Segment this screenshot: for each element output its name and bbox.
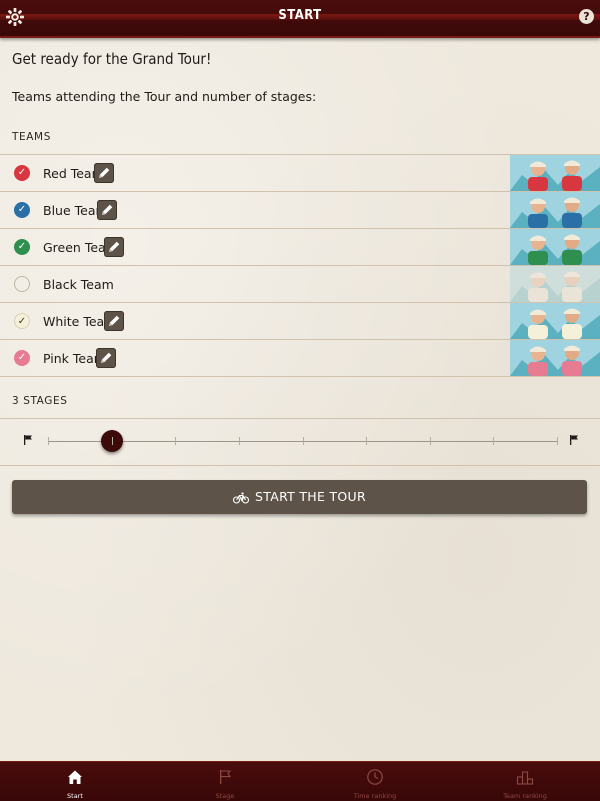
tab-label: Team ranking: [503, 792, 547, 800]
team-list: ✓ Red Team ✓ Blue Team ✓ Green Team Black Team…: [0, 154, 600, 377]
page-title: START: [278, 8, 322, 23]
stages-slider[interactable]: [0, 418, 600, 466]
home-icon: [66, 768, 84, 786]
tab-time-ranking[interactable]: Time ranking: [300, 762, 450, 801]
finish-flag-icon: [570, 435, 578, 445]
slider-tick: [175, 437, 176, 445]
tab-start[interactable]: Start: [0, 762, 150, 801]
team-riders-avatar: [510, 155, 600, 191]
tab-label: Time ranking: [353, 792, 397, 800]
pencil-icon: [101, 352, 112, 363]
team-row[interactable]: ✓ Green Team: [0, 229, 600, 266]
tab-label: Start: [67, 792, 83, 800]
clock-icon: [366, 768, 384, 786]
team-row[interactable]: ✓ Pink Team: [0, 340, 600, 377]
team-row[interactable]: ✓ Blue Team: [0, 192, 600, 229]
team-checkbox[interactable]: ✓: [14, 165, 30, 181]
slider-tick: [493, 437, 494, 445]
start-tour-label: START THE TOUR: [255, 489, 366, 504]
edit-team-button[interactable]: [104, 237, 124, 257]
bottom-tab-bar: Start Stage Time ranking Team ranking: [0, 761, 600, 801]
slider-tick: [303, 437, 304, 445]
slider-tick: [239, 437, 240, 445]
pencil-icon: [109, 315, 120, 326]
podium-icon: [516, 768, 534, 786]
team-row[interactable]: ✓ White Team: [0, 303, 600, 340]
team-checkbox[interactable]: ✓: [14, 350, 30, 366]
team-row[interactable]: Black Team: [0, 266, 600, 303]
edit-team-button[interactable]: [96, 348, 116, 368]
team-riders-avatar: [510, 229, 600, 265]
start-flag-icon: [24, 435, 32, 445]
top-bar: START ?: [0, 0, 600, 38]
pencil-icon: [109, 241, 120, 252]
bicycle-icon: [233, 491, 250, 504]
team-riders-avatar: [510, 340, 600, 376]
teams-section-label: TEAMS: [12, 131, 51, 143]
intro-headline: Get ready for the Grand Tour!: [12, 50, 212, 68]
edit-team-button[interactable]: [94, 163, 114, 183]
team-name: Black Team: [43, 277, 114, 292]
team-row[interactable]: ✓ Red Team: [0, 155, 600, 192]
paper-background: [0, 0, 600, 800]
help-button[interactable]: ?: [579, 9, 594, 24]
team-riders-avatar: [510, 192, 600, 228]
intro-subhead: Teams attending the Tour and number of s…: [12, 89, 317, 104]
stages-label: 3 STAGES: [12, 395, 68, 407]
team-checkbox[interactable]: ✓: [14, 313, 30, 329]
edit-team-button[interactable]: [97, 200, 117, 220]
tab-label: Stage: [215, 792, 235, 800]
edit-team-button[interactable]: [104, 311, 124, 331]
team-riders-avatar: [510, 266, 600, 302]
slider-tick: [430, 437, 431, 445]
team-checkbox[interactable]: ✓: [14, 202, 30, 218]
flag-icon: [216, 768, 234, 786]
slider-tick: [112, 437, 113, 445]
tab-stage[interactable]: Stage: [150, 762, 300, 801]
team-riders-avatar: [510, 303, 600, 339]
pencil-icon: [102, 204, 113, 215]
pencil-icon: [99, 167, 110, 178]
slider-tick: [48, 437, 49, 445]
team-checkbox[interactable]: [14, 276, 30, 292]
team-checkbox[interactable]: ✓: [14, 239, 30, 255]
slider-tick: [557, 437, 558, 445]
start-tour-button[interactable]: START THE TOUR: [12, 480, 587, 514]
tab-team-ranking[interactable]: Team ranking: [450, 762, 600, 801]
slider-tick: [366, 437, 367, 445]
